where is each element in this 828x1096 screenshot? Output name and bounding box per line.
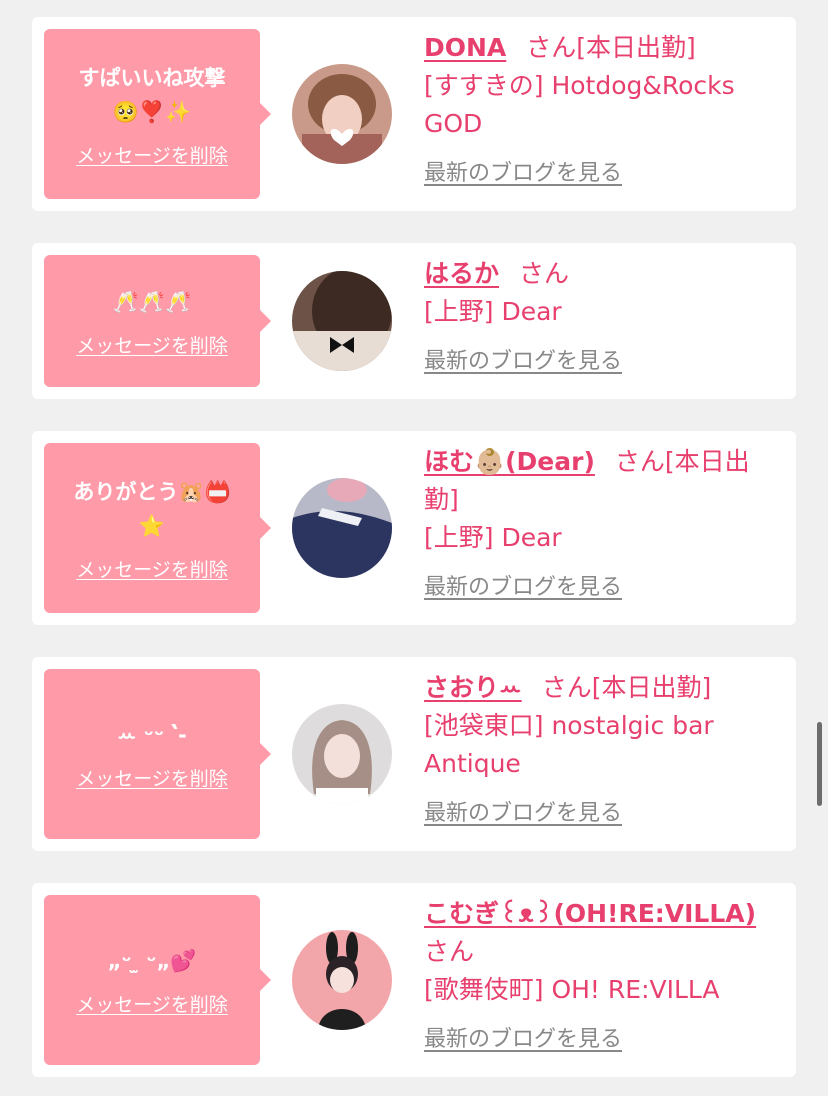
message-text: ありがとう🐹📛 ⭐️ (73, 479, 231, 538)
message-bubble: すぱいいね攻撃 🥺❣️✨ メッセージを削除 (44, 29, 271, 199)
honorific: さん (424, 937, 475, 966)
delete-message-link[interactable]: メッセージを削除 (76, 990, 228, 1017)
honorific: さん (526, 33, 577, 62)
list-item: すぱいいね攻撃 🥺❣️✨ メッセージを削除 DONA さん[本日出勤] [すすきの… (32, 17, 796, 211)
item-info: はるか さん [上野] Dear 最新のブログを見る (424, 255, 774, 381)
message-bubble: ꕀ ᵕᵕ ՝- メッセージを削除 (44, 669, 271, 839)
message-bubble: ありがとう🐹📛 ⭐️ メッセージを削除 (44, 443, 271, 613)
shop-text: [歌舞伎町] OH! RE:VILLA (424, 975, 720, 1004)
shop-text: [すすきの] Hotdog&Rocks GOD (424, 71, 735, 138)
name-link[interactable]: はるか (424, 259, 499, 288)
photo-avatar-icon (292, 271, 392, 371)
shop-text: [池袋東口] nostalgic bar Antique (424, 711, 714, 778)
message-bubble: 🥂🥂🥂 メッセージを削除 (44, 255, 271, 387)
message-list: すぱいいね攻撃 🥺❣️✨ メッセージを削除 DONA さん[本日出勤] [すすきの… (0, 0, 828, 1096)
message-text: すぱいいね攻撃 🥺❣️✨ (78, 65, 226, 124)
blog-link[interactable]: 最新のブログを見る (424, 155, 622, 193)
avatar[interactable] (292, 930, 392, 1030)
delete-message-link[interactable]: メッセージを削除 (76, 764, 228, 791)
message-text: 🥂🥂🥂 (112, 289, 192, 314)
avatar[interactable] (292, 271, 392, 371)
item-info: こむぎ꒰ᴥ꒱(OH!RE:VILLA) さん [歌舞伎町] OH! RE:VIL… (424, 895, 774, 1059)
name-link[interactable]: DONA (424, 33, 506, 62)
list-item: ありがとう🐹📛 ⭐️ メッセージを削除 ほむ👶🏼(Dear) さん[本日出勤] [… (32, 431, 796, 625)
avatar[interactable] (292, 64, 392, 164)
photo-avatar-icon (292, 478, 392, 578)
honorific: さん (614, 447, 665, 476)
photo-avatar-icon (292, 64, 392, 164)
message-text: „ᵕ ̫ ᵕ„💕 (107, 948, 197, 973)
item-info: DONA さん[本日出勤] [すすきの] Hotdog&Rocks GOD 最新の… (424, 29, 774, 193)
delete-message-link[interactable]: メッセージを削除 (76, 555, 228, 582)
list-item: 🥂🥂🥂 メッセージを削除 はるか さん [上野] Dear 最新のブログを見る (32, 243, 796, 399)
status-text: [本日出勤] (591, 673, 712, 702)
blog-link[interactable]: 最新のブログを見る (424, 795, 622, 833)
message-bubble: „ᵕ ̫ ᵕ„💕 メッセージを削除 (44, 895, 271, 1065)
list-item: „ᵕ ̫ ᵕ„💕 メッセージを削除 こむぎ꒰ᴥ꒱(OH!RE:VILLA) さん… (32, 883, 796, 1077)
honorific: さん (541, 673, 592, 702)
item-info: さおりꕀ さん[本日出勤] [池袋東口] nostalgic bar Antiqu… (424, 669, 774, 833)
name-link[interactable]: さおりꕀ (424, 673, 522, 702)
name-link[interactable]: こむぎ꒰ᴥ꒱(OH!RE:VILLA) (424, 899, 756, 928)
shop-text: [上野] Dear (424, 523, 562, 552)
scrollbar[interactable] (817, 722, 822, 806)
avatar[interactable] (292, 704, 392, 804)
photo-avatar-icon (292, 930, 392, 1030)
shop-text: [上野] Dear (424, 297, 562, 326)
list-item: ꕀ ᵕᵕ ՝- メッセージを削除 さおりꕀ さん[本日出勤] [池袋東口] nos… (32, 657, 796, 851)
blog-link[interactable]: 最新のブログを見る (424, 343, 622, 381)
photo-avatar-icon (292, 704, 392, 804)
delete-message-link[interactable]: メッセージを削除 (76, 331, 228, 358)
honorific: さん (519, 259, 570, 288)
delete-message-link[interactable]: メッセージを削除 (76, 141, 228, 168)
message-text: ꕀ ᵕᵕ ՝- (117, 722, 187, 747)
avatar[interactable] (292, 478, 392, 578)
item-info: ほむ👶🏼(Dear) さん[本日出勤] [上野] Dear 最新のブログを見る (424, 443, 774, 607)
blog-link[interactable]: 最新のブログを見る (424, 569, 622, 607)
name-link[interactable]: ほむ👶🏼(Dear) (424, 447, 595, 476)
blog-link[interactable]: 最新のブログを見る (424, 1021, 622, 1059)
status-text: [本日出勤] (576, 33, 696, 62)
